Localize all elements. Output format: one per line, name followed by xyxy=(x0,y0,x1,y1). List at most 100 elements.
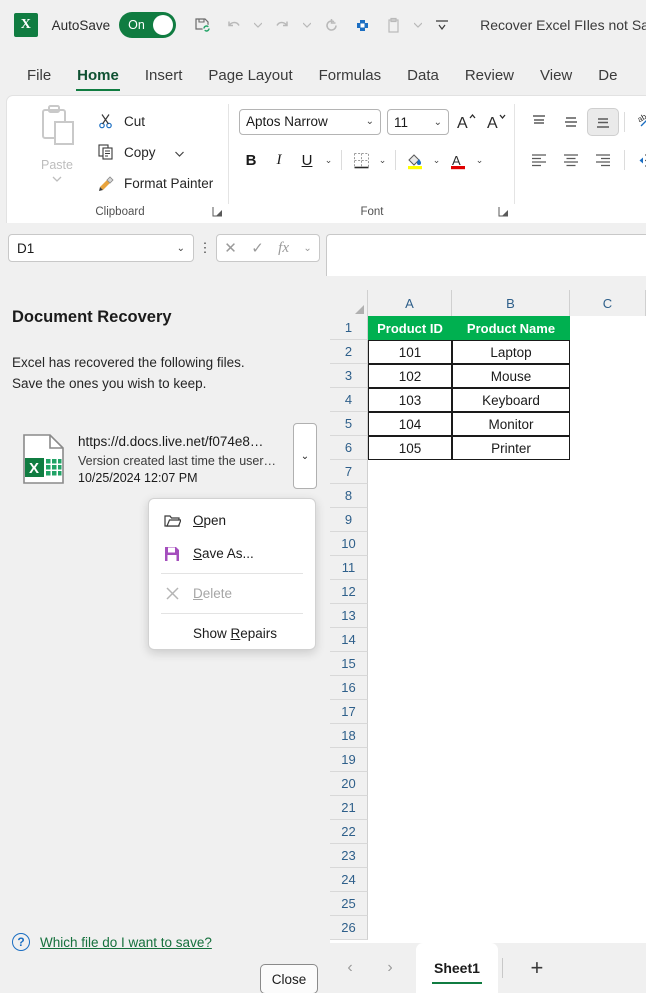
copy-button[interactable]: Copy xyxy=(97,139,184,165)
save-sync-icon[interactable] xyxy=(188,11,216,39)
cell-A17[interactable] xyxy=(368,700,452,724)
cancel-formula-button[interactable]: ✕ xyxy=(224,239,237,257)
column-header-b[interactable]: B xyxy=(452,290,570,316)
next-sheet-button[interactable]: › xyxy=(370,948,410,988)
orientation-button[interactable]: ab xyxy=(630,108,646,136)
row-header-9[interactable]: 9 xyxy=(330,508,368,532)
cell-A19[interactable] xyxy=(368,748,452,772)
ribbon-tab-review[interactable]: Review xyxy=(452,67,527,91)
cell-C6[interactable] xyxy=(570,436,646,460)
ribbon-tab-page-layout[interactable]: Page Layout xyxy=(195,67,305,91)
cell-B4[interactable]: Keyboard xyxy=(452,388,570,412)
cell-C24[interactable] xyxy=(570,868,646,892)
cell-B13[interactable] xyxy=(452,604,570,628)
row-header-12[interactable]: 12 xyxy=(330,580,368,604)
cell-A21[interactable] xyxy=(368,796,452,820)
ribbon-tab-insert[interactable]: Insert xyxy=(132,67,196,91)
ribbon-tab-home[interactable]: Home xyxy=(64,67,132,91)
cell-A3[interactable]: 102 xyxy=(368,364,452,388)
cell-C12[interactable] xyxy=(570,580,646,604)
clipboard-dropdown-caret-icon[interactable] xyxy=(410,11,425,39)
cell-C19[interactable] xyxy=(570,748,646,772)
font-color-caret-icon[interactable]: ⌄ xyxy=(472,146,487,174)
copy-caret-icon[interactable] xyxy=(174,145,184,160)
align-right-button[interactable] xyxy=(587,146,619,174)
select-all-corner-button[interactable] xyxy=(330,290,368,316)
row-header-26[interactable]: 26 xyxy=(330,916,368,940)
cell-A6[interactable]: 105 xyxy=(368,436,452,460)
row-header-16[interactable]: 16 xyxy=(330,676,368,700)
cell-C2[interactable] xyxy=(570,340,646,364)
cell-A18[interactable] xyxy=(368,724,452,748)
column-header-a[interactable]: A xyxy=(368,290,452,316)
cell-A7[interactable] xyxy=(368,460,452,484)
align-top-button[interactable] xyxy=(523,108,555,136)
cell-B22[interactable] xyxy=(452,820,570,844)
cell-B5[interactable]: Monitor xyxy=(452,412,570,436)
cell-C25[interactable] xyxy=(570,892,646,916)
align-left-button[interactable] xyxy=(523,146,555,174)
cell-B7[interactable] xyxy=(452,460,570,484)
decrease-indent-button[interactable] xyxy=(630,146,646,174)
cell-C18[interactable] xyxy=(570,724,646,748)
cell-A24[interactable] xyxy=(368,868,452,892)
cell-C23[interactable] xyxy=(570,844,646,868)
cell-A13[interactable] xyxy=(368,604,452,628)
cell-A25[interactable] xyxy=(368,892,452,916)
decrease-font-size-button[interactable]: A xyxy=(484,109,510,135)
cell-B23[interactable] xyxy=(452,844,570,868)
cell-B10[interactable] xyxy=(452,532,570,556)
cell-A26[interactable] xyxy=(368,916,452,940)
cell-C4[interactable] xyxy=(570,388,646,412)
row-header-24[interactable]: 24 xyxy=(330,868,368,892)
row-header-23[interactable]: 23 xyxy=(330,844,368,868)
row-header-6[interactable]: 6 xyxy=(330,436,368,460)
cell-C17[interactable] xyxy=(570,700,646,724)
row-header-1[interactable]: 1 xyxy=(330,316,368,340)
column-header-c[interactable]: C xyxy=(570,290,646,316)
row-header-19[interactable]: 19 xyxy=(330,748,368,772)
context-menu-item-save-as[interactable]: Save As... xyxy=(149,537,315,570)
cell-C26[interactable] xyxy=(570,916,646,940)
cell-C21[interactable] xyxy=(570,796,646,820)
cell-C14[interactable] xyxy=(570,628,646,652)
cell-C9[interactable] xyxy=(570,508,646,532)
redo-dropdown-caret-icon[interactable] xyxy=(299,11,314,39)
row-header-15[interactable]: 15 xyxy=(330,652,368,676)
cell-B3[interactable]: Mouse xyxy=(452,364,570,388)
close-button[interactable]: Close xyxy=(260,964,318,993)
cell-B1[interactable]: Product Name xyxy=(452,316,570,340)
row-header-22[interactable]: 22 xyxy=(330,820,368,844)
cell-C20[interactable] xyxy=(570,772,646,796)
cell-A2[interactable]: 101 xyxy=(368,340,452,364)
cell-B18[interactable] xyxy=(452,724,570,748)
row-header-8[interactable]: 8 xyxy=(330,484,368,508)
name-box[interactable]: D1 ⌄ xyxy=(8,234,194,262)
ribbon-tab-data[interactable]: Data xyxy=(394,67,452,91)
spreadsheet-grid[interactable]: A B C 1 Product ID Product Name 2 101 Laptop 3… xyxy=(330,290,646,943)
bold-button[interactable]: B xyxy=(237,146,265,174)
cell-A8[interactable] xyxy=(368,484,452,508)
cell-C8[interactable] xyxy=(570,484,646,508)
row-header-4[interactable]: 4 xyxy=(330,388,368,412)
cell-B19[interactable] xyxy=(452,748,570,772)
row-header-18[interactable]: 18 xyxy=(330,724,368,748)
cell-B8[interactable] xyxy=(452,484,570,508)
cell-A4[interactable]: 103 xyxy=(368,388,452,412)
insert-function-button[interactable]: fx xyxy=(278,240,289,257)
cell-B16[interactable] xyxy=(452,676,570,700)
cell-C15[interactable] xyxy=(570,652,646,676)
cell-A20[interactable] xyxy=(368,772,452,796)
cell-A10[interactable] xyxy=(368,532,452,556)
cell-A15[interactable] xyxy=(368,652,452,676)
cell-C16[interactable] xyxy=(570,676,646,700)
clipboard-icon[interactable] xyxy=(379,11,407,39)
cell-C10[interactable] xyxy=(570,532,646,556)
cell-B14[interactable] xyxy=(452,628,570,652)
redo-icon[interactable] xyxy=(268,11,296,39)
customize-icon[interactable] xyxy=(348,11,376,39)
cell-B20[interactable] xyxy=(452,772,570,796)
help-question-icon[interactable]: ? xyxy=(12,933,30,951)
more-commands-icon[interactable] xyxy=(428,11,456,39)
underline-caret-icon[interactable]: ⌄ xyxy=(321,146,336,174)
